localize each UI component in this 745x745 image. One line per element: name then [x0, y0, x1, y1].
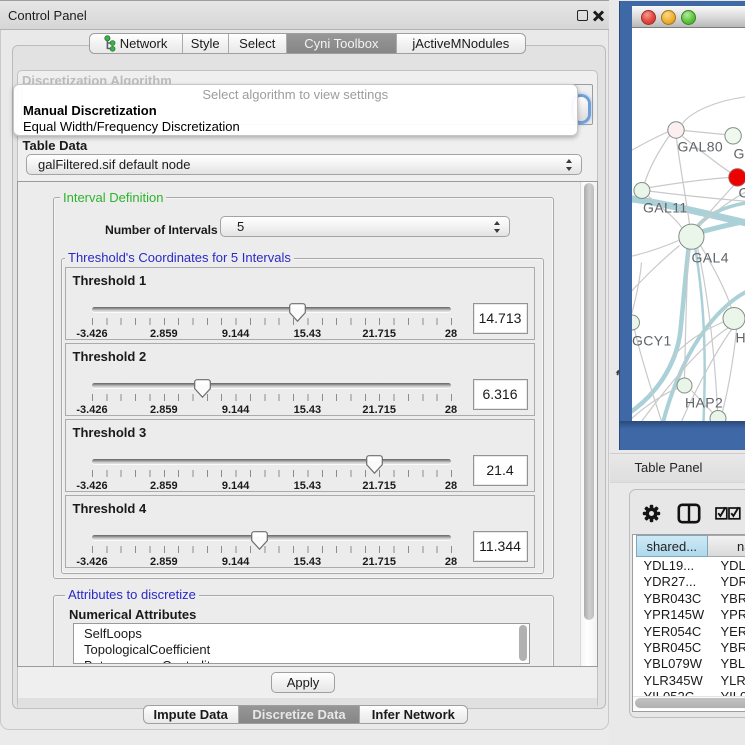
svg-text:GCY1: GCY1	[632, 332, 672, 348]
svg-text:GAL4: GAL4	[691, 249, 728, 265]
svg-text:GA: GA	[733, 145, 745, 161]
svg-text:H: H	[735, 329, 745, 345]
svg-text:GAL80: GAL80	[677, 138, 723, 154]
svg-text:GAL11: GAL11	[643, 199, 688, 215]
svg-text:C: C	[738, 184, 745, 200]
svg-text:HAP2: HAP2	[685, 394, 723, 410]
